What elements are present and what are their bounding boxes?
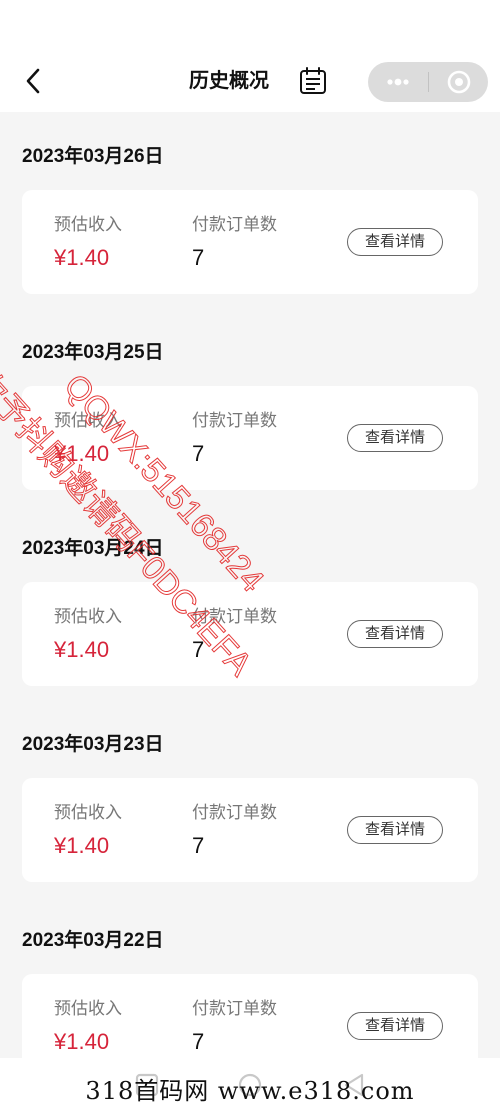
day-date: 2023年03月26日 [22, 146, 164, 167]
income-value: ¥1.40 [54, 637, 110, 662]
day-summary-card: 预估收入 付款订单数 ¥1.40 7 查看详情 [22, 582, 478, 686]
more-dots-icon [387, 78, 409, 86]
day-summary-card: 预估收入 付款订单数 ¥1.40 7 查看详情 [22, 386, 478, 490]
view-details-button[interactable]: 查看详情 [347, 1012, 443, 1040]
day-section: 2023年03月24日 预估收入 付款订单数 ¥1.40 7 查看详情 [0, 504, 500, 700]
view-details-button[interactable]: 查看详情 [347, 620, 443, 648]
income-label: 预估收入 [54, 215, 122, 234]
calendar-icon [300, 67, 326, 94]
orders-label: 付款订单数 [192, 999, 277, 1018]
day-section: 2023年03月23日 预估收入 付款订单数 ¥1.40 7 查看详情 [0, 700, 500, 896]
day-summary-card: 预估收入 付款订单数 ¥1.40 7 查看详情 [22, 778, 478, 882]
day-date: 2023年03月24日 [22, 538, 164, 559]
miniprogram-close-icon [447, 70, 471, 94]
site-brand-watermark: 318首码网 www.e318.com [0, 1072, 500, 1111]
close-miniprogram-button[interactable] [429, 62, 488, 102]
view-details-button[interactable]: 查看详情 [347, 424, 443, 452]
orders-label: 付款订单数 [192, 411, 277, 430]
orders-label: 付款订单数 [192, 803, 277, 822]
more-button[interactable] [368, 62, 428, 102]
orders-value: 7 [192, 245, 205, 270]
income-value: ¥1.40 [54, 833, 110, 858]
day-date: 2023年03月25日 [22, 342, 164, 363]
income-value: ¥1.40 [54, 441, 110, 466]
orders-value: 7 [192, 637, 205, 662]
income-label: 预估收入 [54, 803, 122, 822]
orders-value: 7 [192, 441, 205, 466]
orders-label: 付款订单数 [192, 215, 277, 234]
orders-value: 7 [192, 1029, 205, 1054]
orders-label: 付款订单数 [192, 607, 277, 626]
view-details-button[interactable]: 查看详情 [347, 816, 443, 844]
orders-value: 7 [192, 833, 205, 858]
calendar-button[interactable] [299, 66, 327, 96]
income-label: 预估收入 [54, 411, 122, 430]
miniprogram-capsule [368, 62, 488, 102]
income-value: ¥1.40 [54, 1029, 110, 1054]
day-date: 2023年03月22日 [22, 930, 164, 951]
top-nav-bar: 历史概况 [0, 0, 500, 112]
day-section: 2023年03月26日 预估收入 付款订单数 ¥1.40 7 查看详情 [0, 112, 500, 308]
income-value: ¥1.40 [54, 245, 110, 270]
income-label: 预估收入 [54, 607, 122, 626]
day-date: 2023年03月23日 [22, 734, 164, 755]
income-label: 预估收入 [54, 999, 122, 1018]
day-section: 2023年03月25日 预估收入 付款订单数 ¥1.40 7 查看详情 [0, 308, 500, 504]
day-summary-card: 预估收入 付款订单数 ¥1.40 7 查看详情 [22, 190, 478, 294]
view-details-button[interactable]: 查看详情 [347, 228, 443, 256]
history-list: 2023年03月26日 预估收入 付款订单数 ¥1.40 7 查看详情 2023… [0, 112, 500, 1092]
